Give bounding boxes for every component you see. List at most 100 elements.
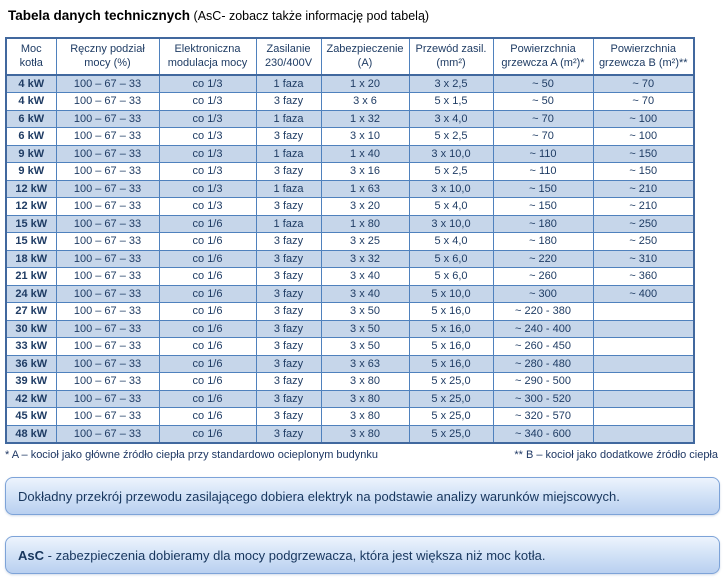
table-cell: co 1/3 — [159, 110, 256, 128]
table-row: 12 kW100 – 67 – 33co 1/31 faza1 x 633 x … — [6, 180, 694, 198]
table-cell: 1 faza — [256, 215, 321, 233]
row-header-cell: 9 kW — [6, 163, 56, 181]
table-cell: 3 fazy — [256, 303, 321, 321]
info-box-cable-cross-section: Dokładny przekrój przewodu zasilającego … — [5, 477, 720, 515]
table-cell: ~ 100 — [593, 110, 694, 128]
table-cell: 1 faza — [256, 75, 321, 93]
table-cell: 1 x 20 — [321, 75, 409, 93]
table-cell: 100 – 67 – 33 — [56, 425, 159, 443]
table-cell — [593, 373, 694, 391]
row-header-cell: 15 kW — [6, 233, 56, 251]
table-cell: 3 x 10 — [321, 128, 409, 146]
table-cell: 3 fazy — [256, 338, 321, 356]
row-header-cell: 21 kW — [6, 268, 56, 286]
row-header-cell: 27 kW — [6, 303, 56, 321]
table-cell: 100 – 67 – 33 — [56, 93, 159, 111]
table-row: 27 kW100 – 67 – 33co 1/63 fazy3 x 505 x … — [6, 303, 694, 321]
table-cell: 3 fazy — [256, 198, 321, 216]
table-cell: 1 faza — [256, 180, 321, 198]
table-cell: 3 x 80 — [321, 408, 409, 426]
table-cell: 1 x 63 — [321, 180, 409, 198]
row-header-cell: 30 kW — [6, 320, 56, 338]
table-cell: ~ 360 — [593, 268, 694, 286]
table-cell: 5 x 2,5 — [409, 163, 493, 181]
table-cell: 3 x 40 — [321, 285, 409, 303]
column-header: Zabezpieczenie (A) — [321, 38, 409, 75]
table-cell: co 1/6 — [159, 390, 256, 408]
table-row: 39 kW100 – 67 – 33co 1/63 fazy3 x 805 x … — [6, 373, 694, 391]
table-cell: 5 x 25,0 — [409, 408, 493, 426]
table-cell: 5 x 25,0 — [409, 425, 493, 443]
table-cell: 100 – 67 – 33 — [56, 215, 159, 233]
table-cell: 3 x 50 — [321, 303, 409, 321]
table-cell: ~ 150 — [593, 163, 694, 181]
row-header-cell: 6 kW — [6, 128, 56, 146]
table-cell: co 1/6 — [159, 355, 256, 373]
table-cell: co 1/3 — [159, 180, 256, 198]
table-cell: 3 fazy — [256, 268, 321, 286]
table-cell: 3 x 80 — [321, 425, 409, 443]
footnotes: * A – kocioł jako główne źródło ciepła p… — [5, 449, 720, 461]
table-cell: 1 faza — [256, 110, 321, 128]
table-cell: ~ 210 — [593, 198, 694, 216]
table-cell: ~ 240 - 400 — [493, 320, 593, 338]
table-cell: co 1/3 — [159, 163, 256, 181]
table-cell: 3 x 2,5 — [409, 75, 493, 93]
table-cell: 5 x 16,0 — [409, 320, 493, 338]
table-cell: ~ 180 — [493, 215, 593, 233]
table-row: 4 kW100 – 67 – 33co 1/31 faza1 x 203 x 2… — [6, 75, 694, 93]
table-cell: ~ 70 — [593, 75, 694, 93]
title-note: (AsC- zobacz także informację pod tabelą… — [190, 9, 429, 23]
table-cell — [593, 355, 694, 373]
footnote-a: * A – kocioł jako główne źródło ciepła p… — [5, 449, 378, 461]
table-row: 9 kW100 – 67 – 33co 1/31 faza1 x 403 x 1… — [6, 145, 694, 163]
table-cell: ~ 340 - 600 — [493, 425, 593, 443]
table-row: 21 kW100 – 67 – 33co 1/63 fazy3 x 405 x … — [6, 268, 694, 286]
table-row: 30 kW100 – 67 – 33co 1/63 fazy3 x 505 x … — [6, 320, 694, 338]
table-cell: 100 – 67 – 33 — [56, 233, 159, 251]
table-row: 9 kW100 – 67 – 33co 1/33 fazy3 x 165 x 2… — [6, 163, 694, 181]
table-cell: 5 x 25,0 — [409, 373, 493, 391]
table-cell — [593, 390, 694, 408]
page-title: Tabela danych technicznych (AsC- zobacz … — [8, 8, 722, 23]
table-cell: co 1/6 — [159, 408, 256, 426]
table-cell: 3 fazy — [256, 233, 321, 251]
info-box-asc-text: AsC - zabezpieczenia dobieramy dla mocy … — [18, 548, 545, 563]
row-header-cell: 39 kW — [6, 373, 56, 391]
table-cell: 100 – 67 – 33 — [56, 145, 159, 163]
table-cell: 1 x 80 — [321, 215, 409, 233]
table-cell — [593, 303, 694, 321]
table-cell: 5 x 6,0 — [409, 250, 493, 268]
table-cell: ~ 250 — [593, 233, 694, 251]
table-cell: 5 x 16,0 — [409, 355, 493, 373]
table-cell: 3 x 32 — [321, 250, 409, 268]
table-cell: 100 – 67 – 33 — [56, 268, 159, 286]
table-cell: 3 fazy — [256, 320, 321, 338]
table-cell: 3 fazy — [256, 390, 321, 408]
table-cell: ~ 210 — [593, 180, 694, 198]
table-cell: 3 fazy — [256, 373, 321, 391]
table-cell: 3 fazy — [256, 163, 321, 181]
table-cell: 100 – 67 – 33 — [56, 373, 159, 391]
table-cell: ~ 300 — [493, 285, 593, 303]
table-cell: co 1/6 — [159, 285, 256, 303]
table-cell: co 1/6 — [159, 233, 256, 251]
table-cell: 100 – 67 – 33 — [56, 75, 159, 93]
table-cell: co 1/3 — [159, 198, 256, 216]
table-row: 45 kW100 – 67 – 33co 1/63 fazy3 x 805 x … — [6, 408, 694, 426]
row-header-cell: 9 kW — [6, 145, 56, 163]
table-cell: ~ 100 — [593, 128, 694, 146]
table-cell: 5 x 6,0 — [409, 268, 493, 286]
table-cell: ~ 110 — [493, 145, 593, 163]
table-cell: 100 – 67 – 33 — [56, 355, 159, 373]
title-main: Tabela danych technicznych — [8, 8, 190, 23]
table-cell: 1 x 32 — [321, 110, 409, 128]
table-cell: 3 x 63 — [321, 355, 409, 373]
row-header-cell: 33 kW — [6, 338, 56, 356]
table-row: 15 kW100 – 67 – 33co 1/63 fazy3 x 255 x … — [6, 233, 694, 251]
table-cell: 5 x 1,5 — [409, 93, 493, 111]
table-cell: 3 x 40 — [321, 268, 409, 286]
table-cell: 1 x 40 — [321, 145, 409, 163]
table-cell: 3 x 10,0 — [409, 215, 493, 233]
table-cell: ~ 110 — [493, 163, 593, 181]
